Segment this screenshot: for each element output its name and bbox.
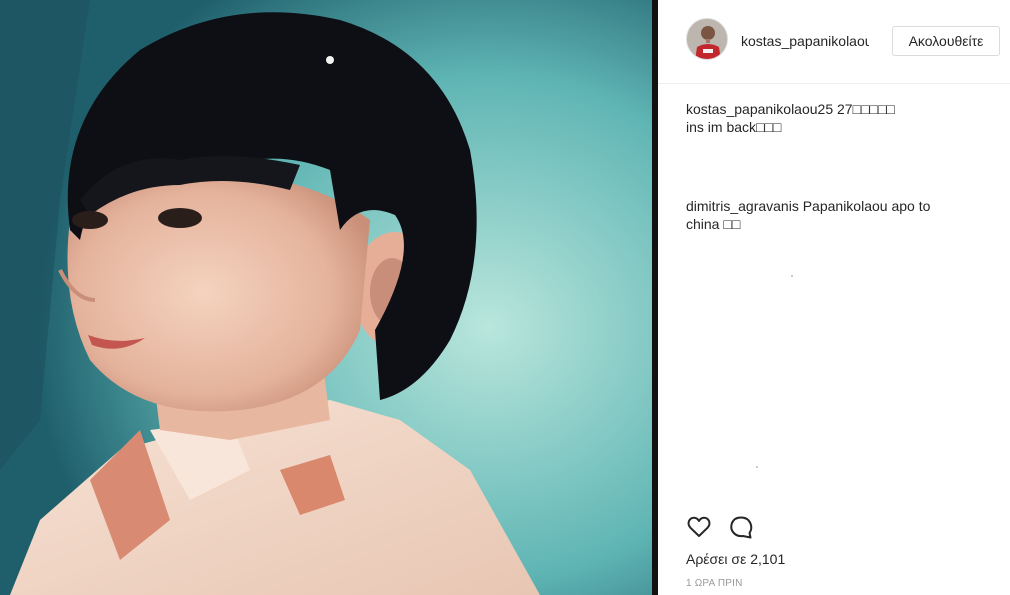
post-side-panel: kostas_papanikolaou25 Ακολουθείτε kostas… (658, 0, 1010, 595)
caption-text-line1: 27□□□□□ (837, 101, 895, 117)
instagram-post: kostas_papanikolaou25 Ακολουθείτε kostas… (0, 0, 1010, 595)
comment-author[interactable]: dimitris_agravanis (686, 198, 799, 214)
likes-count[interactable]: Αρέσει σε 2,101 (686, 551, 785, 567)
comment-text-line2: china □□ (686, 216, 741, 232)
post-timestamp[interactable]: 1 ΩΡΑ ΠΡΙΝ (686, 578, 743, 589)
avatar[interactable] (686, 18, 728, 60)
caption-text-line2: ins im back□□□ (686, 119, 782, 135)
post-photo[interactable] (0, 0, 652, 595)
comment-text-line1: Papanikolaou apo to (802, 198, 931, 214)
header-username[interactable]: kostas_papanikolaou25 (741, 33, 869, 49)
caption: kostas_papanikolaou25 27□□□□□ ins im bac… (686, 100, 986, 136)
comment-icon[interactable] (728, 514, 754, 540)
speck-dot (756, 466, 758, 468)
heart-icon[interactable] (686, 514, 712, 540)
caption-author[interactable]: kostas_papanikolaou25 (686, 101, 833, 117)
post-header: kostas_papanikolaou25 Ακολουθείτε (658, 0, 1010, 84)
following-button[interactable]: Ακολουθείτε (892, 26, 1000, 56)
comment-item: dimitris_agravanis Papanikolaou apo to c… (686, 197, 986, 233)
speck-dot (791, 275, 793, 277)
post-actions (686, 514, 754, 540)
child-portrait-image (0, 0, 652, 595)
avatar-image (687, 19, 727, 59)
